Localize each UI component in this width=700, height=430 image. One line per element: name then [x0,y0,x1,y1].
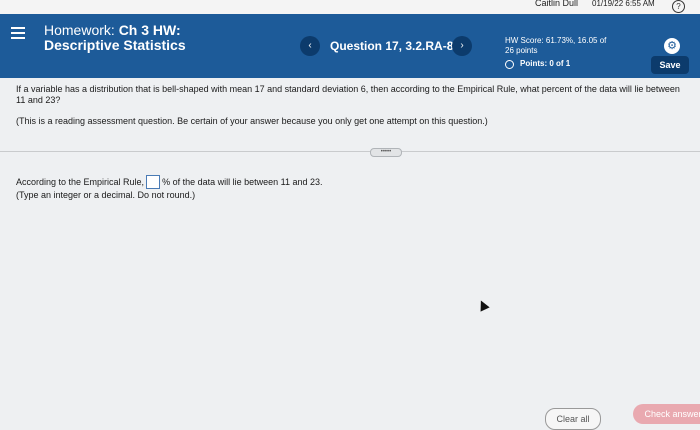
clear-all-button[interactable]: Clear all [545,408,601,430]
help-icon[interactable]: ? [672,0,685,13]
check-answer-button[interactable]: Check answer [633,404,700,424]
points-circle-icon [505,59,514,69]
assignment-header: Homework: Ch 3 HW: Descriptive Statistic… [0,14,700,78]
question-text: If a variable has a distribution that is… [16,84,680,105]
menu-icon[interactable] [11,24,25,42]
mouse-cursor-icon [476,298,490,312]
question-text-block: If a variable has a distribution that is… [16,84,686,127]
score-panel: HW Score: 61.73%, 16.05 of 26 points Poi… [505,36,606,69]
homework-name: Ch 3 HW: [118,22,181,38]
homework-label: Homework: [44,22,115,38]
question-label: Question 17, 3.2.RA-8 [330,39,454,53]
top-strip: Caitlin Dull 01/19/22 6:55 AM ? [0,0,700,14]
answer-input[interactable] [146,175,161,189]
answer-hint: (Type an integer or a decimal. Do not ro… [16,190,196,200]
previous-question-button[interactable]: ‹ [300,36,320,56]
homework-title: Homework: Ch 3 HW: Descriptive Statistic… [44,23,186,53]
datetime: 01/19/22 6:55 AM [592,0,655,8]
save-button[interactable]: Save [651,56,689,74]
homework-subtitle: Descriptive Statistics [44,37,186,53]
divider [0,151,700,152]
gear-icon[interactable]: ⚙ [664,38,680,54]
user-name: Caitlin Dull [535,0,579,8]
question-points: Points: 0 of 1 [520,59,571,68]
answer-area: According to the Empirical Rule, % of th… [16,175,323,201]
next-question-button[interactable]: › [452,36,472,56]
answer-suffix: % of the data will lie between 11 and 23… [162,177,323,187]
hw-score-points: 26 points [505,46,538,55]
more-button[interactable]: ••••• [370,148,402,157]
hw-score: HW Score: 61.73%, 16.05 of [505,36,607,45]
question-note: (This is a reading assessment question. … [16,116,488,126]
answer-prefix: According to the Empirical Rule, [16,177,145,187]
